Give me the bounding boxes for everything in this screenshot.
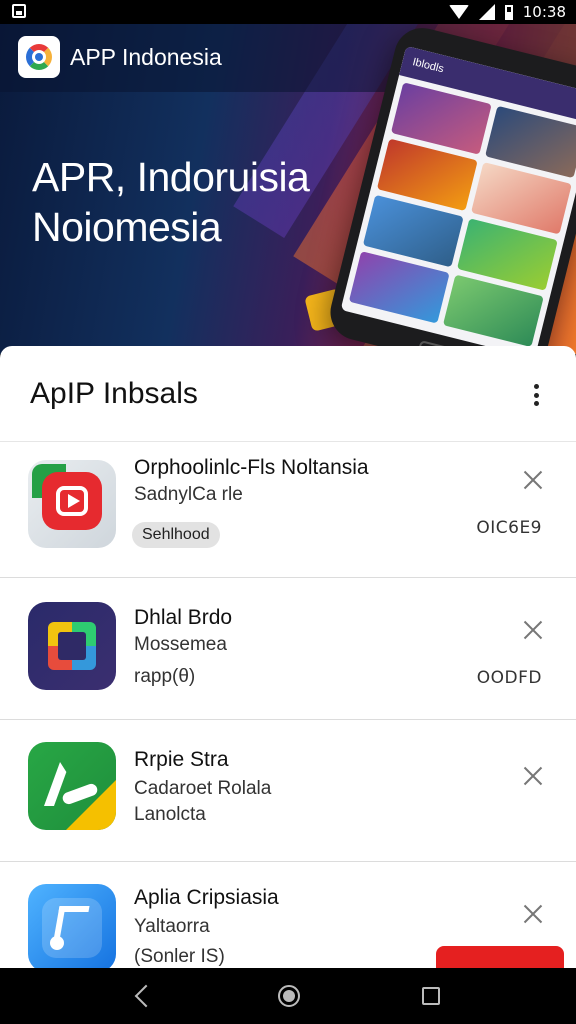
close-icon[interactable] (523, 470, 543, 490)
arrow-app-icon (28, 742, 116, 830)
more-options-icon[interactable] (534, 384, 540, 406)
app-subtitle: Yaltaorra (134, 916, 210, 937)
action-button[interactable] (436, 946, 564, 968)
app-meta: (Sonler IS) (134, 946, 225, 967)
list-item[interactable]: Orphoolinlc-Fls Noltansia SadnylCa rle S… (0, 442, 576, 578)
sheet-header: ApIP Inbsals (0, 346, 576, 442)
home-icon[interactable] (278, 985, 300, 1007)
status-chip: Sehlhood (132, 522, 220, 548)
video-app-icon (28, 460, 116, 548)
logo-ring-icon (26, 44, 52, 70)
app-title: Rrpie Stra (134, 748, 229, 771)
app-list: Orphoolinlc-Fls Noltansia SadnylCa rle S… (0, 442, 576, 968)
sheet-title: ApIP Inbsals (30, 377, 198, 410)
app-subtitle: SadnylCa rle (134, 484, 243, 505)
app-value: OODFD (476, 668, 542, 688)
hero-title-line1: APR, Indoruisia (32, 154, 310, 200)
hero-title-line2: Noiomesia (32, 204, 222, 250)
music-app-icon (28, 884, 116, 968)
system-nav-bar (0, 968, 576, 1024)
status-icons: 10:38 (448, 2, 566, 22)
app-meta: Lanolcta (134, 804, 206, 825)
app-title: Orphoolinlc-Fls Noltansia (134, 456, 369, 479)
close-icon[interactable] (523, 620, 543, 640)
list-item[interactable]: Rrpie Stra Cadaroet Rolala Lanolcta (0, 720, 576, 862)
phone-content-grid (342, 75, 576, 354)
hero-title: APR, Indoruisia Noiomesia (32, 152, 310, 252)
gallery-notification-icon (12, 4, 26, 18)
battery-icon (504, 4, 513, 20)
apps-sheet: ApIP Inbsals Orphoolinlc-Fls Noltansia S… (0, 346, 576, 968)
app-subtitle: Cadaroet Rolala (134, 778, 272, 799)
app-title: Dhlal Brdo (134, 606, 233, 629)
list-item[interactable]: Dhlal Brdo Mossemea rapp(θ) OODFD (0, 578, 576, 720)
close-icon[interactable] (523, 904, 543, 924)
recents-icon[interactable] (422, 987, 440, 1005)
signal-icon (478, 4, 495, 20)
phone-screen: Iblodls (340, 45, 576, 354)
hero-banner: APP Indonesia APR, Indoruisia Noiomesia … (0, 24, 576, 354)
status-bar: 10:38 (0, 0, 576, 24)
close-icon[interactable] (523, 766, 543, 786)
app-meta: rapp(θ) (134, 666, 196, 687)
app-logo[interactable] (18, 36, 60, 78)
app-value: OIC6E9 (476, 518, 542, 538)
app-subtitle: Mossemea (134, 634, 227, 655)
frame-app-icon (28, 602, 116, 690)
status-time: 10:38 (522, 3, 566, 21)
wifi-icon (448, 5, 469, 19)
app-name: APP Indonesia (70, 44, 222, 70)
app-title: Aplia Cripsiasia (134, 886, 279, 909)
